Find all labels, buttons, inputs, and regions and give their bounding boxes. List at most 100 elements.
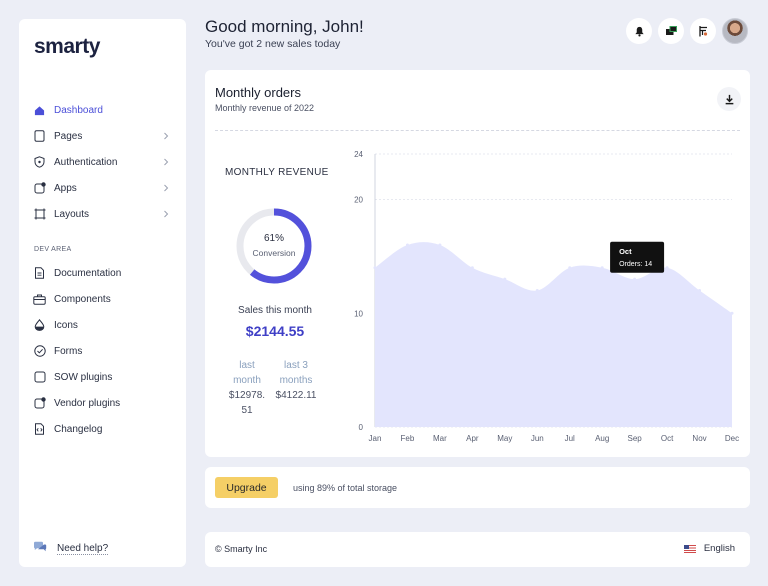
page-subtitle: You've got 2 new sales today	[205, 38, 341, 50]
sidebar-item-changelog[interactable]: Changelog	[19, 416, 186, 442]
avatar[interactable]	[722, 18, 748, 44]
sidebar-item-label: Pages	[54, 130, 83, 142]
card-subtitle: Monthly revenue of 2022	[215, 103, 315, 113]
page-icon	[33, 130, 46, 143]
data-point	[405, 243, 409, 247]
tooltip-text: Orders: 14	[619, 261, 652, 268]
sidebar-item-label: Documentation	[54, 267, 122, 279]
sidebar-item-label: Apps	[54, 182, 77, 194]
x-tick-label: Dec	[725, 434, 739, 443]
sidebar-item-apps[interactable]: Apps	[19, 175, 186, 201]
square-icon	[33, 371, 46, 384]
sidebar-item-dashboard[interactable]: Dashboard	[19, 97, 186, 123]
sales-this-month-value: $2144.55	[245, 323, 305, 339]
upgrade-button[interactable]: Upgrade	[215, 477, 278, 498]
x-tick-label: Nov	[692, 434, 706, 443]
data-point	[535, 289, 539, 292]
sidebar-item-label: Components	[54, 293, 111, 305]
activity-button[interactable]	[690, 18, 716, 44]
tooltip-title: Oct	[619, 247, 632, 256]
notifications-button[interactable]	[626, 18, 652, 44]
chat-icon	[665, 26, 677, 35]
sidebar-item-icons[interactable]: Icons	[19, 312, 186, 338]
data-point	[470, 266, 474, 270]
card-title: Monthly orders	[215, 85, 301, 100]
chevron-right-icon	[164, 184, 169, 192]
sales-this-month-label: Sales this month	[238, 305, 312, 316]
sidebar: smarty Dashboard Pages Authentication Ap…	[19, 19, 186, 567]
flag-icon	[699, 26, 708, 37]
sidebar-item-label: Vendor plugins	[54, 397, 121, 409]
last-month-stat: last month $12978. 51	[222, 358, 272, 418]
plugin-icon	[33, 397, 46, 410]
messages-button[interactable]	[658, 18, 684, 44]
x-tick-label: Oct	[661, 434, 674, 443]
last-month-label: month	[233, 375, 261, 386]
help-link[interactable]: Need help?	[33, 541, 109, 557]
data-point	[600, 266, 604, 270]
y-tick-label: 0	[359, 423, 364, 432]
data-point	[698, 289, 702, 292]
storage-usage-text: using 89% of total storage	[293, 483, 398, 493]
data-point	[373, 266, 377, 270]
sidebar-item-components[interactable]: Components	[19, 286, 186, 312]
help-label: Need help?	[57, 543, 109, 555]
data-point	[438, 243, 442, 247]
apps-icon	[33, 182, 46, 195]
x-tick-label: Feb	[401, 434, 415, 443]
x-tick-label: Jun	[531, 434, 544, 443]
sidebar-item-authentication[interactable]: Authentication	[19, 149, 186, 175]
page-greeting: Good morning, John!	[205, 17, 364, 36]
last-month-label: last	[239, 360, 255, 371]
document-icon	[33, 267, 46, 280]
language-selector[interactable]: English	[683, 543, 735, 554]
sidebar-item-vendor-plugins[interactable]: Vendor plugins	[19, 390, 186, 416]
chevron-right-icon	[164, 132, 169, 140]
copyright: © Smarty Inc	[215, 544, 268, 554]
x-tick-label: Apr	[466, 434, 479, 443]
house-icon	[33, 104, 46, 117]
sidebar-item-sow-plugins[interactable]: SOW plugins	[19, 364, 186, 390]
y-tick-label: 10	[354, 309, 363, 318]
briefcase-icon	[33, 293, 46, 306]
x-tick-label: Jul	[565, 434, 575, 443]
monthly-revenue-title: MONTHLY REVENUE	[225, 167, 329, 178]
sidebar-item-label: Dashboard	[54, 104, 103, 116]
orders-area	[375, 242, 732, 427]
sidebar-item-pages[interactable]: Pages	[19, 123, 186, 149]
y-tick-label: 20	[354, 196, 363, 205]
sidebar-item-forms[interactable]: Forms	[19, 338, 186, 364]
data-point	[633, 277, 637, 281]
y-tick-label: 24	[354, 150, 363, 159]
card-divider	[215, 130, 740, 131]
download-icon	[725, 94, 733, 104]
data-point	[568, 266, 572, 270]
last-month-value: 51	[241, 405, 253, 416]
dev-nav: Documentation Components Icons Forms SOW…	[19, 260, 186, 442]
upgrade-card: Upgrade using 89% of total storage	[205, 467, 750, 508]
section-title-dev-area: DEV AREA	[34, 246, 72, 253]
chevron-right-icon	[164, 210, 169, 218]
drop-icon	[33, 319, 46, 332]
sidebar-item-label: Forms	[54, 345, 83, 357]
sidebar-item-label: Icons	[54, 319, 78, 331]
data-point	[503, 277, 507, 281]
download-button[interactable]	[717, 87, 741, 111]
logo[interactable]: smarty	[34, 35, 100, 59]
sidebar-item-label: Authentication	[54, 156, 118, 168]
bell-icon	[634, 26, 644, 36]
last-month-value: $12978.	[228, 390, 266, 401]
footer: © Smarty Inc English	[205, 532, 750, 567]
last-3-months-label: last 3	[284, 360, 308, 371]
last-3-months-label: months	[279, 375, 313, 386]
main-nav: Dashboard Pages Authentication Apps Layo…	[19, 97, 186, 227]
code-file-icon	[33, 423, 46, 436]
header-actions	[626, 18, 748, 44]
sidebar-item-layouts[interactable]: Layouts	[19, 201, 186, 227]
data-point	[665, 266, 669, 270]
sidebar-item-label: SOW plugins	[54, 371, 113, 383]
sidebar-item-documentation[interactable]: Documentation	[19, 260, 186, 286]
monthly-orders-card: Monthly orders Monthly revenue of 2022 M…	[205, 70, 750, 457]
conversion-label: Conversion	[252, 248, 296, 258]
x-tick-label: Jan	[369, 434, 382, 443]
